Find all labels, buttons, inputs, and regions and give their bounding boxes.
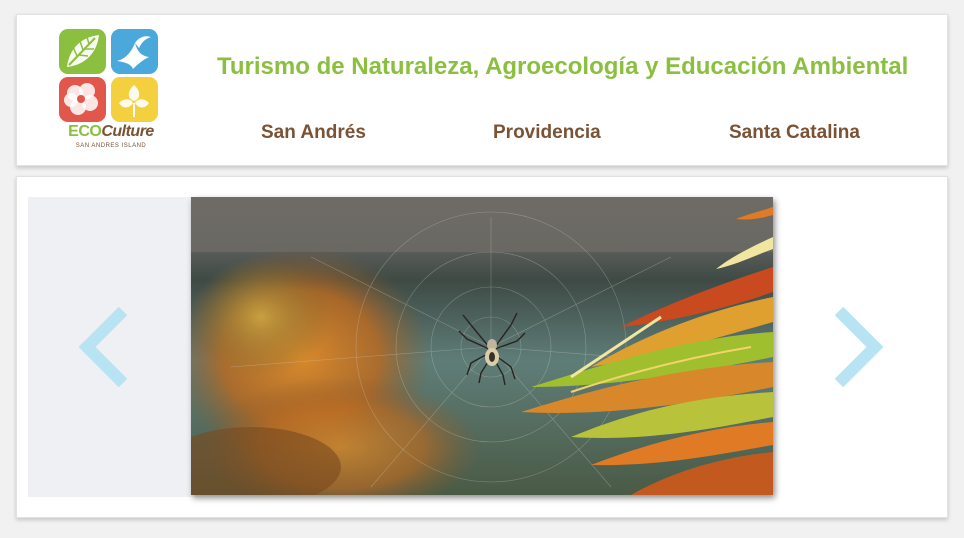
site-title: Turismo de Naturaleza, Agroecología y Ed…	[217, 53, 909, 80]
nav-link-san-andres[interactable]: San Andrés	[261, 122, 366, 144]
site-header: ECOCulture SAN ANDRES ISLAND Turismo de …	[16, 14, 948, 166]
flower-tile-icon	[111, 77, 158, 122]
nav-link-providencia[interactable]: Providencia	[493, 122, 601, 144]
hibiscus-tile-icon	[59, 77, 106, 122]
carousel-slide-image	[191, 197, 773, 495]
logo-wordmark: ECOCulture	[59, 123, 163, 141]
logo-culture-text: Culture	[101, 123, 154, 140]
carousel-prev-button[interactable]	[78, 306, 131, 388]
logo-eco-text: ECO	[68, 123, 102, 140]
image-carousel	[16, 176, 948, 518]
ecoculture-logo[interactable]: ECOCulture SAN ANDRES ISLAND	[59, 29, 163, 157]
bird-tile-icon	[111, 29, 158, 74]
logo-subtitle: SAN ANDRES ISLAND	[75, 143, 147, 149]
chevron-right-icon	[834, 306, 884, 388]
chevron-left-icon	[78, 306, 128, 388]
carousel-next-button[interactable]	[831, 306, 884, 388]
nav-link-santa-catalina[interactable]: Santa Catalina	[729, 122, 860, 144]
leaf-tile-icon	[59, 29, 106, 74]
spider-web-photo	[191, 197, 773, 495]
